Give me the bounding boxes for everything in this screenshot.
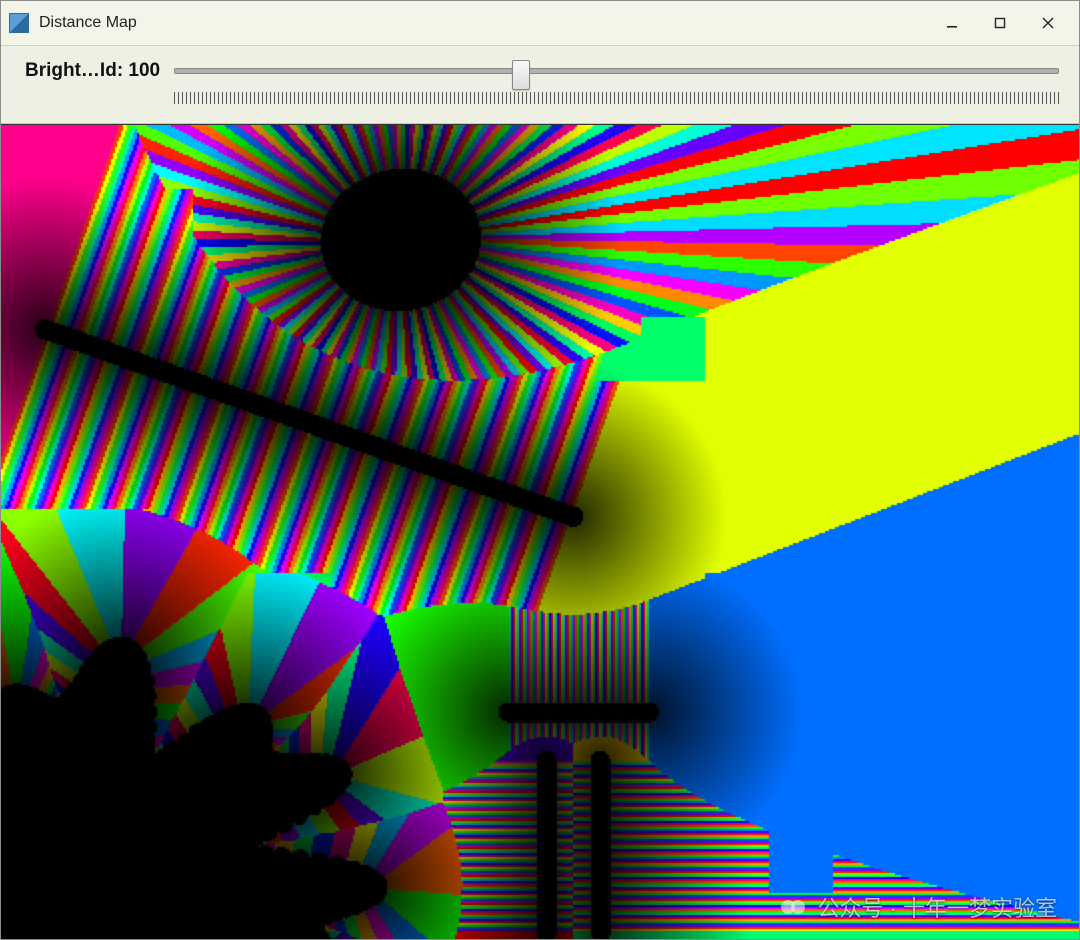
close-button[interactable] (1025, 6, 1071, 40)
close-icon (1042, 17, 1054, 29)
maximize-icon (994, 17, 1006, 29)
slider-track (174, 68, 1059, 74)
brightness-slider[interactable] (174, 58, 1059, 114)
slider-thumb[interactable] (512, 60, 530, 90)
brightness-slider-label: Bright…Id: 100 (25, 60, 160, 82)
slider-ticks (174, 92, 1059, 104)
visualization-viewport: 公众号 · 十年一梦实验室 (1, 124, 1079, 939)
app-window: Distance Map Bright…Id: 100 公众号 · 十年一梦实验… (0, 0, 1080, 940)
app-icon (9, 13, 29, 33)
window-title: Distance Map (39, 14, 137, 32)
maximize-button[interactable] (977, 6, 1023, 40)
slider-toolbar: Bright…Id: 100 (1, 46, 1079, 124)
minimize-icon (946, 17, 958, 29)
distance-map-canvas (1, 125, 1079, 939)
titlebar[interactable]: Distance Map (1, 1, 1079, 46)
minimize-button[interactable] (929, 6, 975, 40)
